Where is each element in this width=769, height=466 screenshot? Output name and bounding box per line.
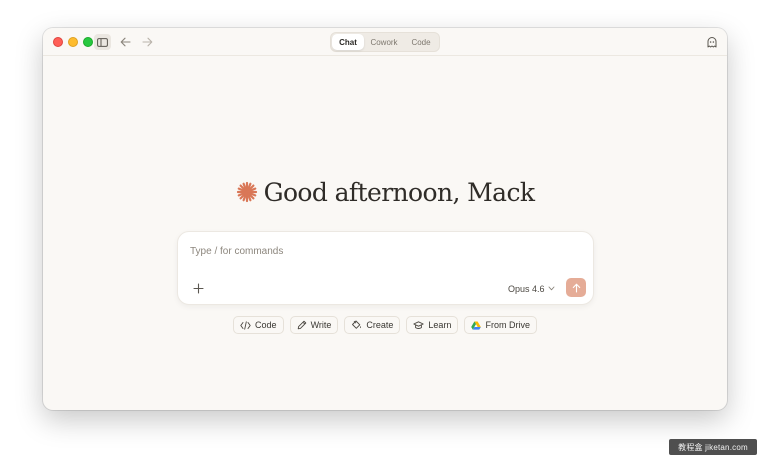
greeting-text: Good afternoon, Mack [263, 177, 535, 207]
sidebar-icon [97, 37, 108, 47]
chip-learn[interactable]: Learn [406, 316, 459, 334]
titlebar: Chat Cowork Code [43, 28, 727, 56]
chip-label: Learn [428, 320, 452, 330]
chip-code[interactable]: Code [233, 316, 284, 334]
greeting: Good afternoon, Mack [43, 172, 727, 212]
quick-action-chips: Code Write Create Learn From Drive [43, 316, 727, 334]
arrow-up-icon [572, 283, 580, 293]
tab-chat[interactable]: Chat [332, 34, 364, 50]
plus-icon [192, 282, 204, 294]
chip-create[interactable]: Create [344, 316, 401, 334]
composer: Opus 4.6 [177, 231, 594, 305]
chip-write[interactable]: Write [289, 316, 339, 334]
google-drive-icon [471, 321, 482, 330]
minimize-window-button[interactable] [68, 37, 78, 47]
back-button[interactable] [117, 34, 133, 50]
close-window-button[interactable] [53, 37, 63, 47]
chip-label: From Drive [485, 320, 530, 330]
chip-label: Write [310, 320, 332, 330]
zoom-window-button[interactable] [83, 37, 93, 47]
send-button[interactable] [566, 278, 586, 297]
paint-bucket-icon [352, 320, 362, 329]
ghost-icon [707, 37, 717, 48]
code-icon [240, 320, 251, 330]
incognito-button[interactable] [705, 35, 719, 49]
chip-label: Create [366, 320, 394, 330]
add-attachment-button[interactable] [191, 281, 205, 295]
claude-spark-logo-icon [236, 181, 257, 203]
message-input[interactable] [190, 242, 580, 260]
arrow-right-icon [141, 37, 152, 47]
pencil-icon [297, 320, 306, 330]
arrow-left-icon [120, 37, 131, 47]
forward-button[interactable] [139, 34, 155, 50]
chip-from-drive[interactable]: From Drive [464, 316, 537, 334]
model-label: Opus 4.6 [508, 283, 545, 294]
desktop: Chat Cowork Code Good afternoon, Mack Ty… [0, 0, 769, 466]
graduation-cap-icon [413, 320, 425, 329]
app-window: Chat Cowork Code Good afternoon, Mack Ty… [43, 28, 727, 410]
mode-switch: Chat Cowork Code [330, 32, 440, 52]
tab-cowork[interactable]: Cowork [364, 34, 404, 50]
chevron-down-icon [548, 286, 555, 291]
chip-label: Code [255, 320, 277, 330]
tab-code[interactable]: Code [404, 34, 438, 50]
model-selector[interactable]: Opus 4.6 [508, 282, 555, 295]
sidebar-toggle-button[interactable] [94, 34, 111, 50]
watermark: 教程盒 jiketan.com [669, 439, 757, 455]
